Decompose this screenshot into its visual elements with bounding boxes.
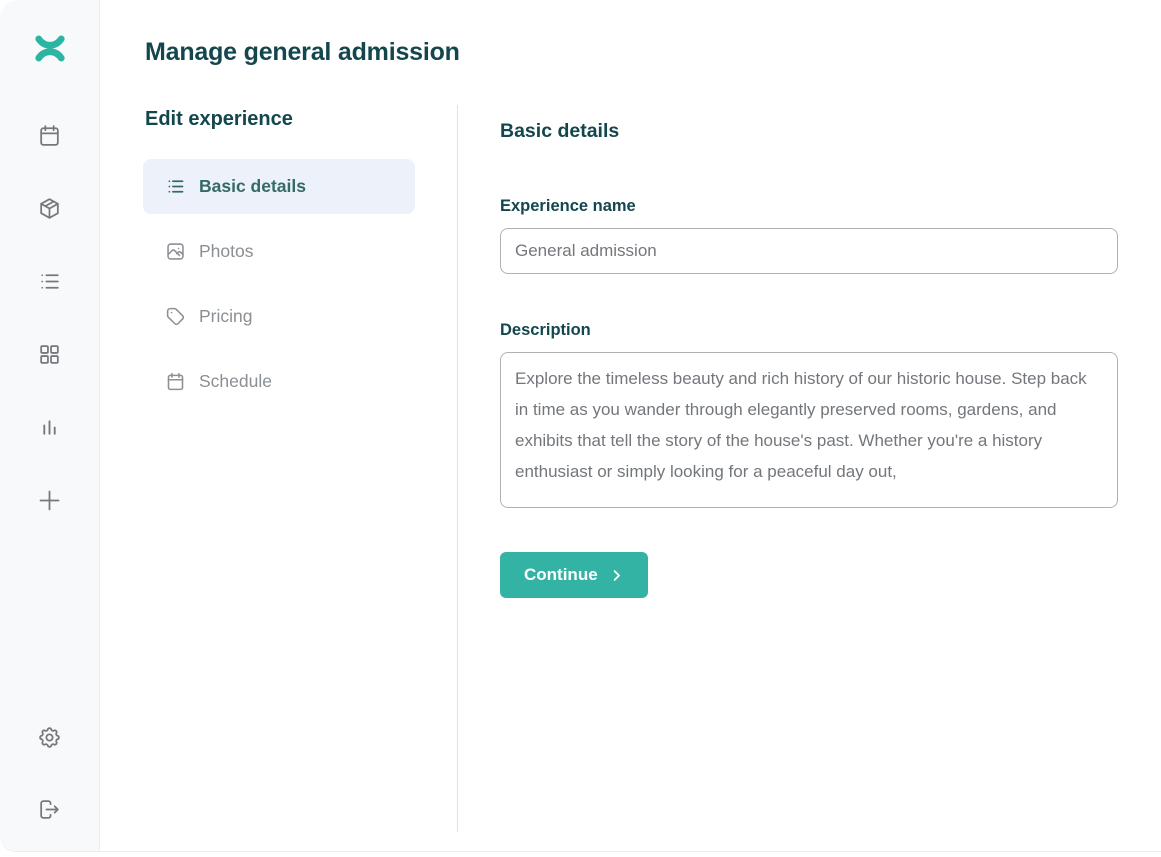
- edit-experience-panel: Edit experience Basic details: [143, 108, 415, 409]
- nav-item-photos[interactable]: Photos: [143, 224, 415, 279]
- vertical-divider: [457, 105, 458, 832]
- nav-item-label: Photos: [199, 241, 253, 262]
- photo-icon: [165, 241, 186, 262]
- continue-button[interactable]: Continue: [500, 552, 648, 598]
- plus-icon: [36, 487, 63, 514]
- sidebar-item-add[interactable]: [30, 487, 70, 513]
- edit-experience-nav: Basic details Photos: [143, 159, 415, 409]
- form-heading: Basic details: [500, 120, 1118, 143]
- nav-item-pricing[interactable]: Pricing: [143, 289, 415, 344]
- grid-icon: [37, 342, 62, 367]
- list-details-icon: [165, 176, 186, 197]
- sidebar-item-products[interactable]: [30, 195, 70, 221]
- sidebar-item-list[interactable]: [30, 268, 70, 294]
- experience-name-input[interactable]: [500, 228, 1118, 274]
- brand-logo-icon: [34, 35, 66, 65]
- sidebar: [0, 0, 100, 852]
- nav-item-label: Basic details: [199, 176, 306, 197]
- edit-experience-heading: Edit experience: [145, 108, 415, 131]
- gear-icon: [37, 725, 62, 750]
- experience-name-label: Experience name: [500, 197, 1118, 216]
- logout-icon: [37, 797, 62, 822]
- calendar-icon: [37, 123, 62, 148]
- description-textarea[interactable]: Explore the timeless beauty and rich his…: [500, 352, 1118, 508]
- basic-details-form: Basic details Experience name Descriptio…: [500, 120, 1118, 598]
- brand-logo[interactable]: [28, 30, 72, 70]
- description-label: Description: [500, 321, 1118, 340]
- nav-item-basic-details[interactable]: Basic details: [143, 159, 415, 214]
- sidebar-item-calendar[interactable]: [30, 122, 70, 148]
- sidebar-item-logout[interactable]: [30, 796, 70, 822]
- nav-item-schedule[interactable]: Schedule: [143, 354, 415, 409]
- continue-button-label: Continue: [524, 565, 598, 585]
- package-icon: [37, 196, 62, 221]
- page-title: Manage general admission: [145, 38, 460, 67]
- chevron-right-icon: [609, 568, 624, 583]
- nav-item-label: Pricing: [199, 306, 253, 327]
- sidebar-item-grid[interactable]: [30, 341, 70, 367]
- sidebar-nav: [30, 122, 70, 513]
- sidebar-item-reports[interactable]: [30, 414, 70, 440]
- tag-icon: [165, 306, 186, 327]
- sidebar-bottom: [30, 724, 70, 822]
- calendar-icon: [165, 371, 186, 392]
- bar-chart-icon: [37, 415, 62, 440]
- sidebar-item-settings[interactable]: [30, 724, 70, 750]
- app-window: Manage general admission Edit experience…: [0, 0, 1161, 852]
- list-icon: [37, 269, 62, 294]
- nav-item-label: Schedule: [199, 371, 272, 392]
